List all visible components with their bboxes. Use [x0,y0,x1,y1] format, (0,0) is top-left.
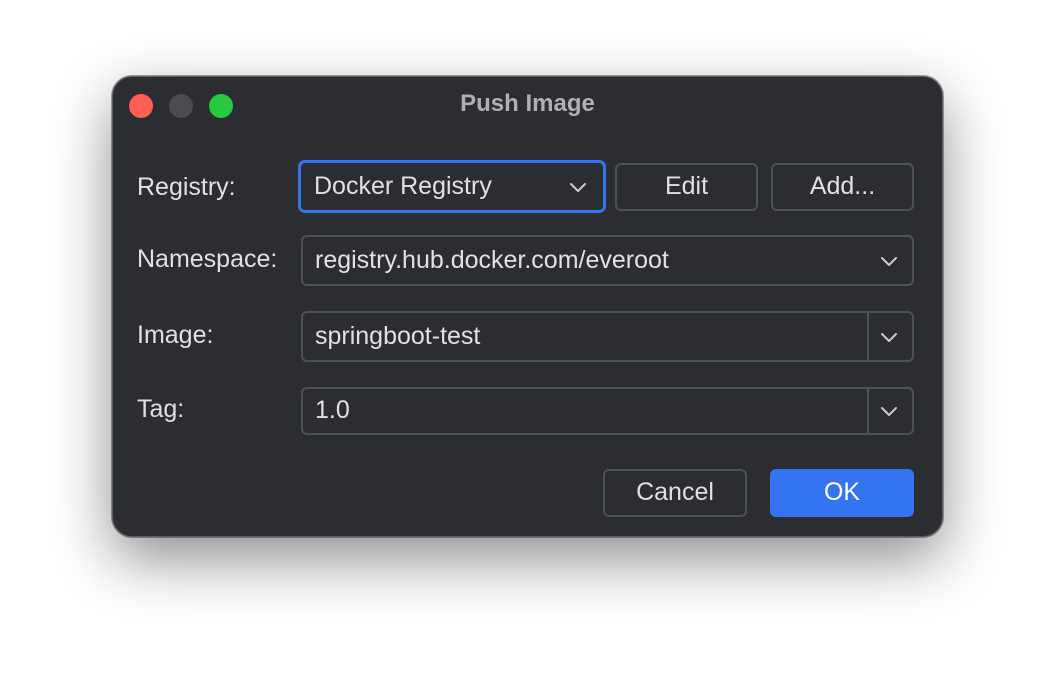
image-combobox[interactable]: springboot-test [301,311,914,362]
cancel-button-label: Cancel [636,477,714,506]
chevron-down-icon [880,405,898,417]
edit-button-label: Edit [664,171,709,200]
dialog-title: Push Image [460,90,595,117]
tag-combobox[interactable]: 1.0 [301,387,914,435]
add-registry-button[interactable]: Add... [771,163,914,211]
image-dropdown-button[interactable] [867,313,912,360]
image-label: Image: [137,321,214,349]
registry-value: Docker Registry [314,171,492,200]
namespace-label: Namespace: [137,245,278,273]
tag-dropdown-button[interactable] [867,389,912,433]
add-button-label: Add... [809,171,876,200]
ok-button[interactable]: OK [770,469,914,517]
tag-input[interactable]: 1.0 [315,396,350,425]
namespace-dropdown[interactable]: registry.hub.docker.com/everoot [301,235,914,286]
chevron-down-icon [569,181,587,193]
namespace-value: registry.hub.docker.com/everoot [315,245,669,274]
cancel-button[interactable]: Cancel [603,469,747,517]
chevron-down-icon [880,331,898,343]
ok-button-label: OK [823,477,861,506]
edit-registry-button[interactable]: Edit [615,163,758,211]
push-image-dialog: Push Image Registry: Docker Registry Edi… [112,76,943,537]
image-input[interactable]: springboot-test [315,321,480,350]
chevron-down-icon [880,255,898,267]
tag-label: Tag: [137,395,185,423]
registry-dropdown[interactable]: Docker Registry [298,160,606,213]
registry-label: Registry: [137,173,236,201]
